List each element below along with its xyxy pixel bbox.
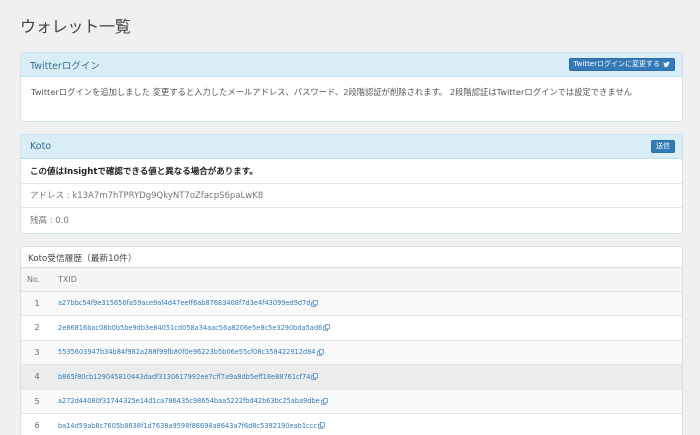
twitter-bird-icon (663, 61, 670, 68)
twitter-panel-body: Twitterログインを追加しました 変更すると入力したメールアドレス、パスワー… (31, 87, 633, 97)
send-button[interactable]: 送信 (651, 140, 675, 153)
wallet-list-page: ウォレット一覧 Twitterログイン Twitterログインに変更する Twi… (0, 0, 700, 435)
history-heading: Koto受信履歴（最新10件） (21, 247, 682, 268)
table-header-row: No. TXID (21, 268, 682, 292)
txid-link[interactable]: a272d44080f31744325e14d1ca786435c98654ba… (58, 397, 320, 405)
txid-cell: b865f80cb129045810443dadf3130617992ee7cf… (53, 364, 682, 390)
txid-cell: 5535603947b34b84f982a288f99fb80f0e96223b… (53, 340, 682, 365)
copy-icon[interactable] (316, 349, 324, 356)
koto-panel-heading: Koto 送信 (21, 135, 682, 159)
copy-icon[interactable] (311, 373, 319, 380)
twitter-panel-heading: Twitterログイン Twitterログインに変更する (21, 53, 682, 77)
txid-cell: ba14d59ab8c7605b8638f1d7638a9598f86698a8… (53, 413, 682, 435)
txid-link[interactable]: 5535603947b34b84f982a288f99fb80f0e96223b… (58, 348, 316, 356)
row-number: 1 (21, 291, 53, 316)
row-number: 3 (21, 340, 53, 365)
table-row: 1 a27bbc54f9e315650fa59ace9af4d47eeff6ab… (21, 291, 682, 316)
page-title: ウォレット一覧 (20, 17, 131, 36)
table-row: 4 b865f80cb129045810443dadf3130617992ee7… (21, 364, 682, 390)
txid-cell: 2e86816bac08b0b5be9db3e84051cd058a34aac5… (53, 315, 682, 341)
column-header-txid: TXID (53, 268, 682, 292)
receive-history-panel: Koto受信履歴（最新10件） No. TXID 1 a27bbc54f9e31… (20, 246, 683, 435)
row-number: 2 (21, 315, 53, 341)
txid-cell: a272d44080f31744325e14d1ca786435c98654ba… (53, 389, 682, 414)
change-to-twitter-login-button[interactable]: Twitterログインに変更する (568, 58, 675, 71)
txid-table: No. TXID 1 a27bbc54f9e315650fa59ace9af4d… (21, 268, 682, 435)
change-to-twitter-login-label: Twitterログインに変更する (573, 60, 660, 68)
txid-cell: a27bbc54f9e315650fa59ace9af4d47eeff6ab87… (53, 291, 682, 316)
koto-panel-title: Koto (30, 141, 52, 152)
insight-warning: この値はInsightで確認できる値と異なる場合があります。 (21, 159, 682, 184)
copy-icon[interactable] (311, 300, 319, 307)
copy-icon[interactable] (318, 422, 325, 429)
twitter-panel-title: Twitterログイン (30, 60, 100, 72)
table-row: 6 ba14d59ab8c7605b8638f1d7638a9598f86698… (21, 413, 682, 435)
copy-icon[interactable] (321, 398, 328, 405)
txid-link[interactable]: a27bbc54f9e315650fa59ace9af4d47eeff6ab87… (58, 299, 310, 307)
koto-wallet-panel: Koto 送信 この値はInsightで確認できる値と異なる場合があります。 ア… (20, 134, 683, 234)
row-number: 5 (21, 389, 53, 414)
txid-link[interactable]: ba14d59ab8c7605b8638f1d7638a9598f86698a8… (58, 422, 317, 430)
column-header-no: No. (21, 268, 53, 292)
table-row: 5 a272d44080f31744325e14d1ca786435c98654… (21, 389, 682, 414)
twitter-login-panel: Twitterログイン Twitterログインに変更する Twitterログイン… (20, 52, 683, 122)
txid-link[interactable]: b865f80cb129045810443dadf3130617992ee7cf… (58, 373, 310, 381)
txid-link[interactable]: 2e86816bac08b0b5be9db3e84051cd058a34aac5… (58, 324, 322, 332)
table-row: 2 2e86816bac08b0b5be9db3e84051cd058a34aa… (21, 315, 682, 341)
row-number: 6 (21, 413, 53, 435)
copy-icon[interactable] (323, 324, 330, 331)
table-row: 3 5535603947b34b84f982a288f99fb80f0e9622… (21, 340, 682, 365)
wallet-address: アドレス : k13A7m7hTPRYDg9QkyNT7oZfacpS6paLw… (21, 184, 682, 208)
row-number: 4 (21, 364, 53, 390)
wallet-balance: 残高 : 0.0 (30, 216, 69, 227)
